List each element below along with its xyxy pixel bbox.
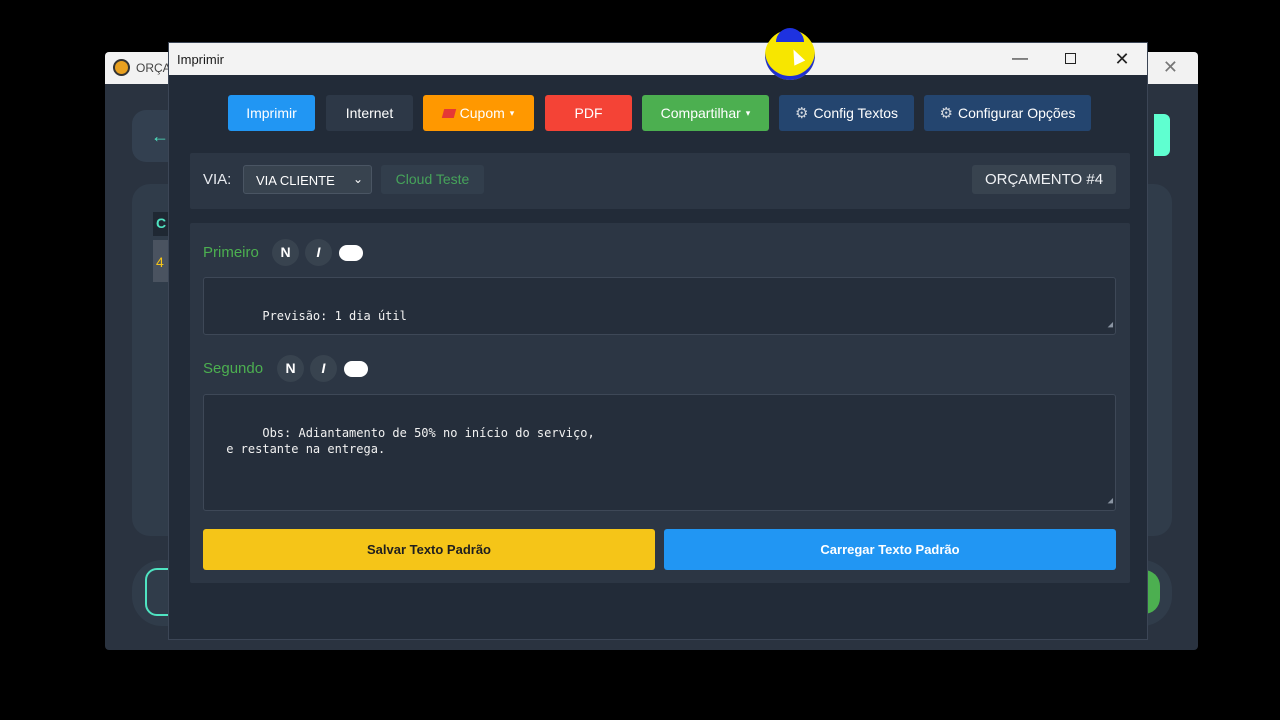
configurar-opcoes-label: Configurar Opções: [957, 105, 1076, 121]
via-label: VIA:: [203, 171, 232, 188]
internet-label: Internet: [345, 105, 394, 121]
configurar-opcoes-button[interactable]: ⚙ Configurar Opções: [924, 95, 1091, 131]
pdf-button[interactable]: PDF: [545, 95, 632, 131]
compartilhar-label: Compartilhar: [660, 105, 741, 121]
primeiro-toggle[interactable]: [339, 245, 363, 261]
imprimir-label: Imprimir: [246, 105, 297, 121]
close-button[interactable]: ✕: [1097, 43, 1147, 75]
back-arrow-icon: ←: [151, 126, 169, 146]
internet-button[interactable]: Internet: [326, 95, 413, 131]
maximize-button[interactable]: [1045, 43, 1095, 75]
via-bar: VIA: VIA CLIENTE ⌄ Cloud Teste ORÇAMENTO…: [190, 153, 1130, 209]
gear-icon: ⚙: [939, 105, 953, 122]
compartilhar-button[interactable]: Compartilhar ▾: [642, 95, 769, 131]
segundo-label: Segundo: [203, 360, 264, 377]
dialog-title: Imprimir: [177, 52, 224, 67]
resize-grip-icon[interactable]: ◢: [1108, 493, 1113, 509]
print-dialog: Imprimir — ✕ Imprimir Internet Cupom ▾ P…: [168, 42, 1148, 640]
minimize-button[interactable]: —: [995, 43, 1045, 75]
carregar-texto-padrao-button[interactable]: Carregar Texto Padrão: [664, 529, 1116, 570]
chevron-down-icon: ▾: [745, 107, 751, 118]
maximize-icon: [1064, 53, 1076, 65]
background-teal-button[interactable]: [1154, 114, 1170, 156]
app-logo-icon: [113, 59, 130, 76]
pdf-label: PDF: [574, 105, 603, 121]
orcamento-badge: ORÇAMENTO #4: [972, 165, 1116, 194]
background-close-icon[interactable]: ✕: [1163, 57, 1178, 78]
text-config-panel: Primeiro N I Previsão: 1 dia útil ◢ Segu…: [190, 223, 1130, 583]
primeiro-italic-button[interactable]: I: [305, 239, 332, 266]
segundo-bold-button[interactable]: N: [277, 355, 304, 382]
primeiro-label: Primeiro: [203, 244, 259, 261]
via-select[interactable]: VIA CLIENTE ⌄: [243, 165, 372, 194]
minimize-icon: —: [1012, 50, 1028, 67]
primeiro-textarea[interactable]: Previsão: 1 dia útil ◢: [203, 277, 1116, 335]
primeiro-text: Previsão: 1 dia útil: [262, 309, 407, 323]
toolbar: Imprimir Internet Cupom ▾ PDF Compartilh…: [169, 95, 1147, 133]
chevron-down-icon: ▾: [509, 107, 515, 118]
config-textos-button[interactable]: ⚙ Config Textos: [779, 95, 914, 131]
close-icon: ✕: [1114, 49, 1130, 69]
segundo-textarea[interactable]: Obs: Adiantamento de 50% no início do se…: [203, 394, 1116, 511]
dialog-titlebar[interactable]: Imprimir — ✕: [169, 43, 1147, 75]
chevron-down-icon: ⌄: [352, 172, 363, 186]
background-window-title: ORÇA: [136, 61, 171, 75]
config-textos-label: Config Textos: [813, 105, 899, 121]
cloud-teste-button[interactable]: Cloud Teste: [381, 165, 484, 194]
resize-grip-icon[interactable]: ◢: [1108, 317, 1113, 333]
coupon-icon: [441, 108, 456, 118]
gear-icon: ⚙: [794, 105, 809, 122]
segundo-text: Obs: Adiantamento de 50% no início do se…: [226, 426, 595, 456]
segundo-italic-button[interactable]: I: [310, 355, 337, 382]
cupom-button[interactable]: Cupom ▾: [423, 95, 534, 131]
segundo-toggle[interactable]: [344, 361, 368, 377]
cupom-label: Cupom: [459, 105, 505, 121]
via-selected-value: VIA CLIENTE: [256, 173, 335, 188]
salvar-texto-padrao-button[interactable]: Salvar Texto Padrão: [203, 529, 655, 570]
imprimir-button[interactable]: Imprimir: [228, 95, 315, 131]
primeiro-bold-button[interactable]: N: [272, 239, 299, 266]
